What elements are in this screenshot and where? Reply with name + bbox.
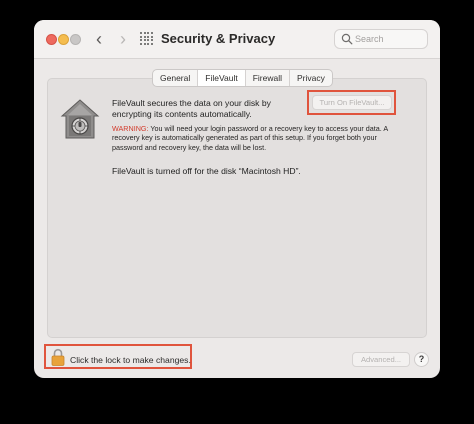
warning-text: You will need your login password or a r… (112, 124, 388, 152)
turn-on-filevault-button[interactable]: Turn On FileVault... (312, 95, 392, 110)
advanced-button[interactable]: Advanced... (352, 352, 410, 367)
tab-privacy[interactable]: Privacy (290, 70, 332, 86)
show-all-grid-icon[interactable] (140, 32, 153, 45)
filevault-description: FileVault secures the data on your disk … (112, 98, 271, 119)
zoom-button[interactable] (70, 34, 81, 45)
tab-firewall[interactable]: Firewall (246, 70, 290, 86)
search-input[interactable] (355, 31, 425, 47)
close-button[interactable] (46, 34, 57, 45)
search-field[interactable] (334, 29, 428, 49)
minimize-button[interactable] (58, 34, 69, 45)
filevault-warning: WARNING: You will need your login passwo… (112, 124, 394, 152)
back-button[interactable]: ‹ (90, 29, 108, 49)
help-button[interactable]: ? (414, 352, 429, 367)
tab-bar: General FileVault Firewall Privacy (152, 69, 333, 87)
window-title: Security & Privacy (161, 31, 276, 46)
lock-icon[interactable] (51, 348, 65, 366)
warning-label: WARNING: (112, 124, 149, 133)
filevault-status: FileVault is turned off for the disk “Ma… (112, 166, 301, 176)
tab-filevault[interactable]: FileVault (198, 70, 246, 86)
lock-message[interactable]: Click the lock to make changes. (70, 355, 191, 365)
tab-general[interactable]: General (153, 70, 199, 86)
forward-button[interactable]: › (114, 29, 132, 49)
preferences-window: ‹ › Security & Privacy General FileVault… (34, 20, 440, 378)
title-bar: ‹ › Security & Privacy (34, 20, 440, 59)
search-icon (341, 33, 353, 45)
filevault-house-icon (60, 99, 100, 139)
